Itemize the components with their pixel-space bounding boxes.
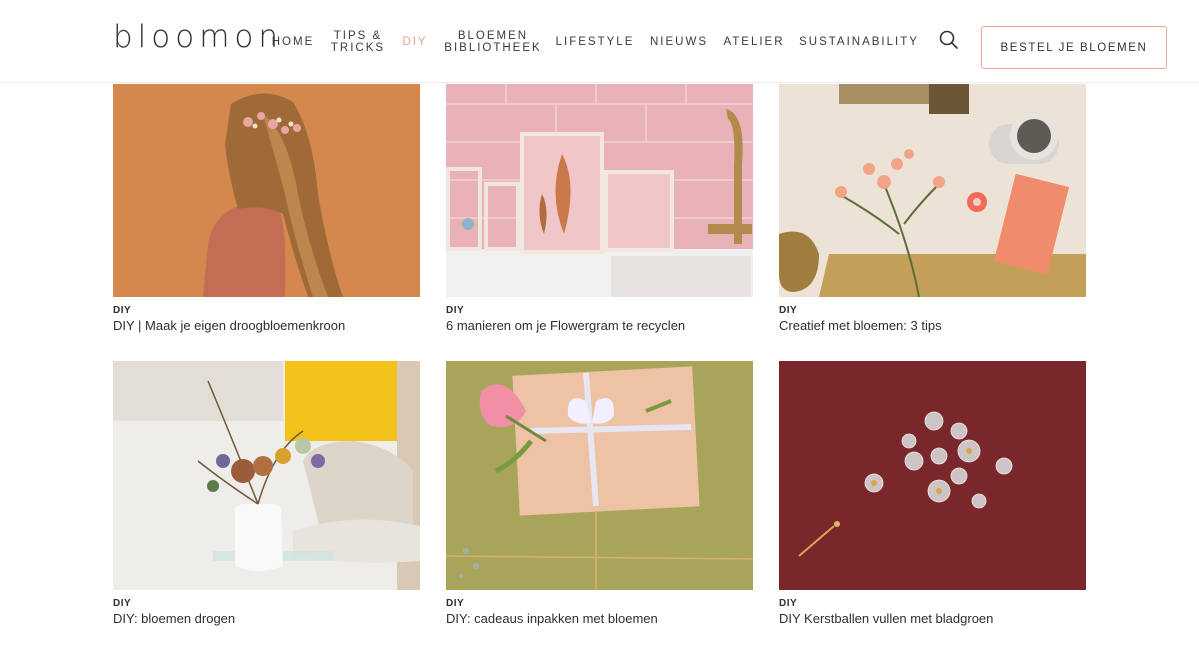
- article-title[interactable]: DIY | Maak je eigen droogbloemenkroon: [113, 318, 345, 333]
- article-image-glass-baubles-on-red[interactable]: [779, 361, 1086, 590]
- nav-item-atelier[interactable]: ATELIER: [722, 0, 786, 83]
- article-image-flowers-on-desk[interactable]: [779, 84, 1086, 297]
- order-flowers-button[interactable]: BESTEL JE BLOEMEN: [981, 26, 1167, 69]
- nav-item-nieuws[interactable]: NIEUWS: [648, 0, 710, 83]
- nav-item-diy[interactable]: DIY: [399, 0, 431, 83]
- article-title[interactable]: DIY: bloemen drogen: [113, 611, 235, 626]
- article-category: DIY: [779, 598, 798, 609]
- article-title[interactable]: DIY: cadeaus inpakken met bloemen: [446, 611, 658, 626]
- article-category: DIY: [446, 305, 465, 316]
- article-image-framed-pressed-leaves[interactable]: [446, 84, 753, 297]
- article-title[interactable]: Creatief met bloemen: 3 tips: [779, 318, 942, 333]
- nav-item-home[interactable]: HOME: [270, 0, 316, 83]
- article-category: DIY: [113, 305, 132, 316]
- nav-item-sustainability[interactable]: SUSTAINABILITY: [799, 0, 919, 83]
- article-title[interactable]: 6 manieren om je Flowergram te recyclen: [446, 318, 685, 333]
- nav-item-tips-tricks[interactable]: TIPS & TRICKS: [329, 0, 387, 83]
- nav-item-bloemen-bibliotheek[interactable]: BLOEMEN BIBLIOTHEEK: [443, 0, 543, 83]
- article-category: DIY: [446, 598, 465, 609]
- article-category: DIY: [779, 305, 798, 316]
- site-header: bloomon HOME TIPS & TRICKS DIY BLOEMEN B…: [0, 0, 1199, 83]
- article-image-wrapped-gift-with-flower[interactable]: [446, 361, 753, 590]
- article-image-dried-flowers-vase[interactable]: [113, 361, 420, 590]
- search-icon[interactable]: [938, 29, 960, 51]
- bloomon-logo[interactable]: bloomon: [113, 18, 283, 56]
- article-image-woman-with-flower-crown[interactable]: [113, 84, 420, 297]
- article-title[interactable]: DIY Kerstballen vullen met bladgroen: [779, 611, 993, 626]
- nav-item-lifestyle[interactable]: LIFESTYLE: [555, 0, 635, 83]
- article-category: DIY: [113, 598, 132, 609]
